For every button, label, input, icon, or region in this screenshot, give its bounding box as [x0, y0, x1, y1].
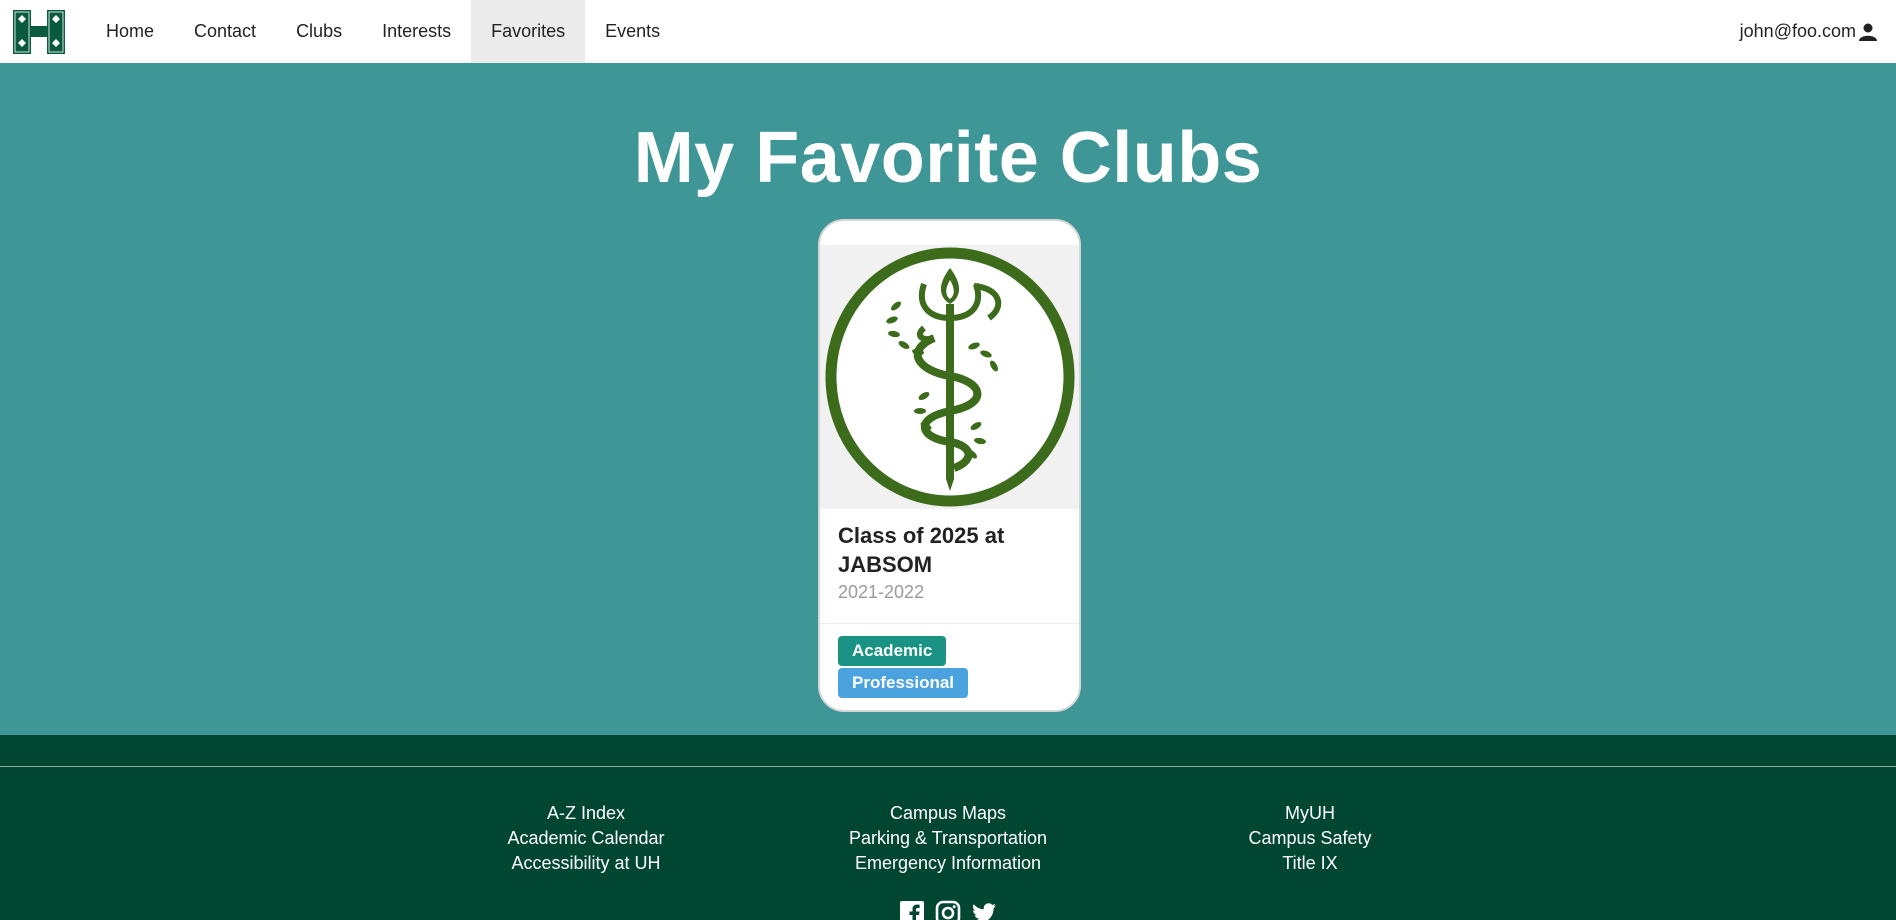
nav-home[interactable]: Home	[86, 0, 174, 63]
user-icon	[1859, 23, 1877, 41]
nav-events[interactable]: Events	[585, 0, 680, 63]
footer-column-3: MyUH Campus Safety Title IX	[1129, 801, 1491, 876]
tag-professional: Professional	[838, 668, 969, 698]
nav-contact[interactable]: Contact	[174, 0, 276, 63]
footer-column-2: Campus Maps Parking & Transportation Eme…	[767, 801, 1129, 876]
club-tags: Academic Professional	[820, 624, 1079, 710]
footer-divider	[0, 766, 1896, 767]
h-logo-icon	[11, 7, 67, 56]
caduceus-emblem-icon	[825, 247, 1074, 507]
user-email: john@foo.com	[1739, 21, 1856, 41]
club-name[interactable]: Class of 2025 at JABSOM	[838, 521, 1061, 579]
uh-logo[interactable]	[8, 4, 70, 60]
club-years: 2021-2022	[838, 582, 925, 602]
footer-link-academic-calendar[interactable]: Academic Calendar	[405, 826, 767, 851]
twitter-icon[interactable]	[971, 900, 997, 920]
site-footer: A-Z Index Academic Calendar Accessibilit…	[0, 735, 1896, 920]
club-image	[820, 245, 1079, 509]
main-nav: Home Contact Clubs Interests Favorites E…	[86, 0, 680, 63]
footer-links: A-Z Index Academic Calendar Accessibilit…	[0, 801, 1896, 876]
top-navbar: Home Contact Clubs Interests Favorites E…	[0, 0, 1896, 63]
footer-link-campus-maps[interactable]: Campus Maps	[767, 801, 1129, 826]
footer-link-az-index[interactable]: A-Z Index	[405, 801, 767, 826]
main-content: My Favorite Clubs Class of 2025 at JABSO…	[0, 63, 1896, 735]
facebook-icon[interactable]	[899, 900, 925, 920]
footer-column-1: A-Z Index Academic Calendar Accessibilit…	[405, 801, 767, 876]
footer-link-accessibility[interactable]: Accessibility at UH	[405, 851, 767, 876]
footer-link-emergency[interactable]: Emergency Information	[767, 851, 1129, 876]
club-card[interactable]: Class of 2025 at JABSOM 2021-2022 Academ…	[818, 219, 1081, 712]
nav-clubs[interactable]: Clubs	[276, 0, 362, 63]
footer-link-myuh[interactable]: MyUH	[1129, 801, 1491, 826]
footer-link-campus-safety[interactable]: Campus Safety	[1129, 826, 1491, 851]
footer-link-parking[interactable]: Parking & Transportation	[767, 826, 1129, 851]
nav-favorites[interactable]: Favorites	[471, 0, 586, 63]
page-title: My Favorite Clubs	[633, 118, 1263, 198]
user-menu[interactable]: john@foo.com	[1740, 0, 1878, 63]
instagram-icon[interactable]	[935, 900, 961, 920]
tag-academic: Academic	[838, 636, 947, 666]
social-links	[0, 900, 1896, 920]
club-card-body: Class of 2025 at JABSOM 2021-2022	[820, 509, 1079, 624]
footer-link-title-ix[interactable]: Title IX	[1129, 851, 1491, 876]
nav-interests[interactable]: Interests	[362, 0, 471, 63]
